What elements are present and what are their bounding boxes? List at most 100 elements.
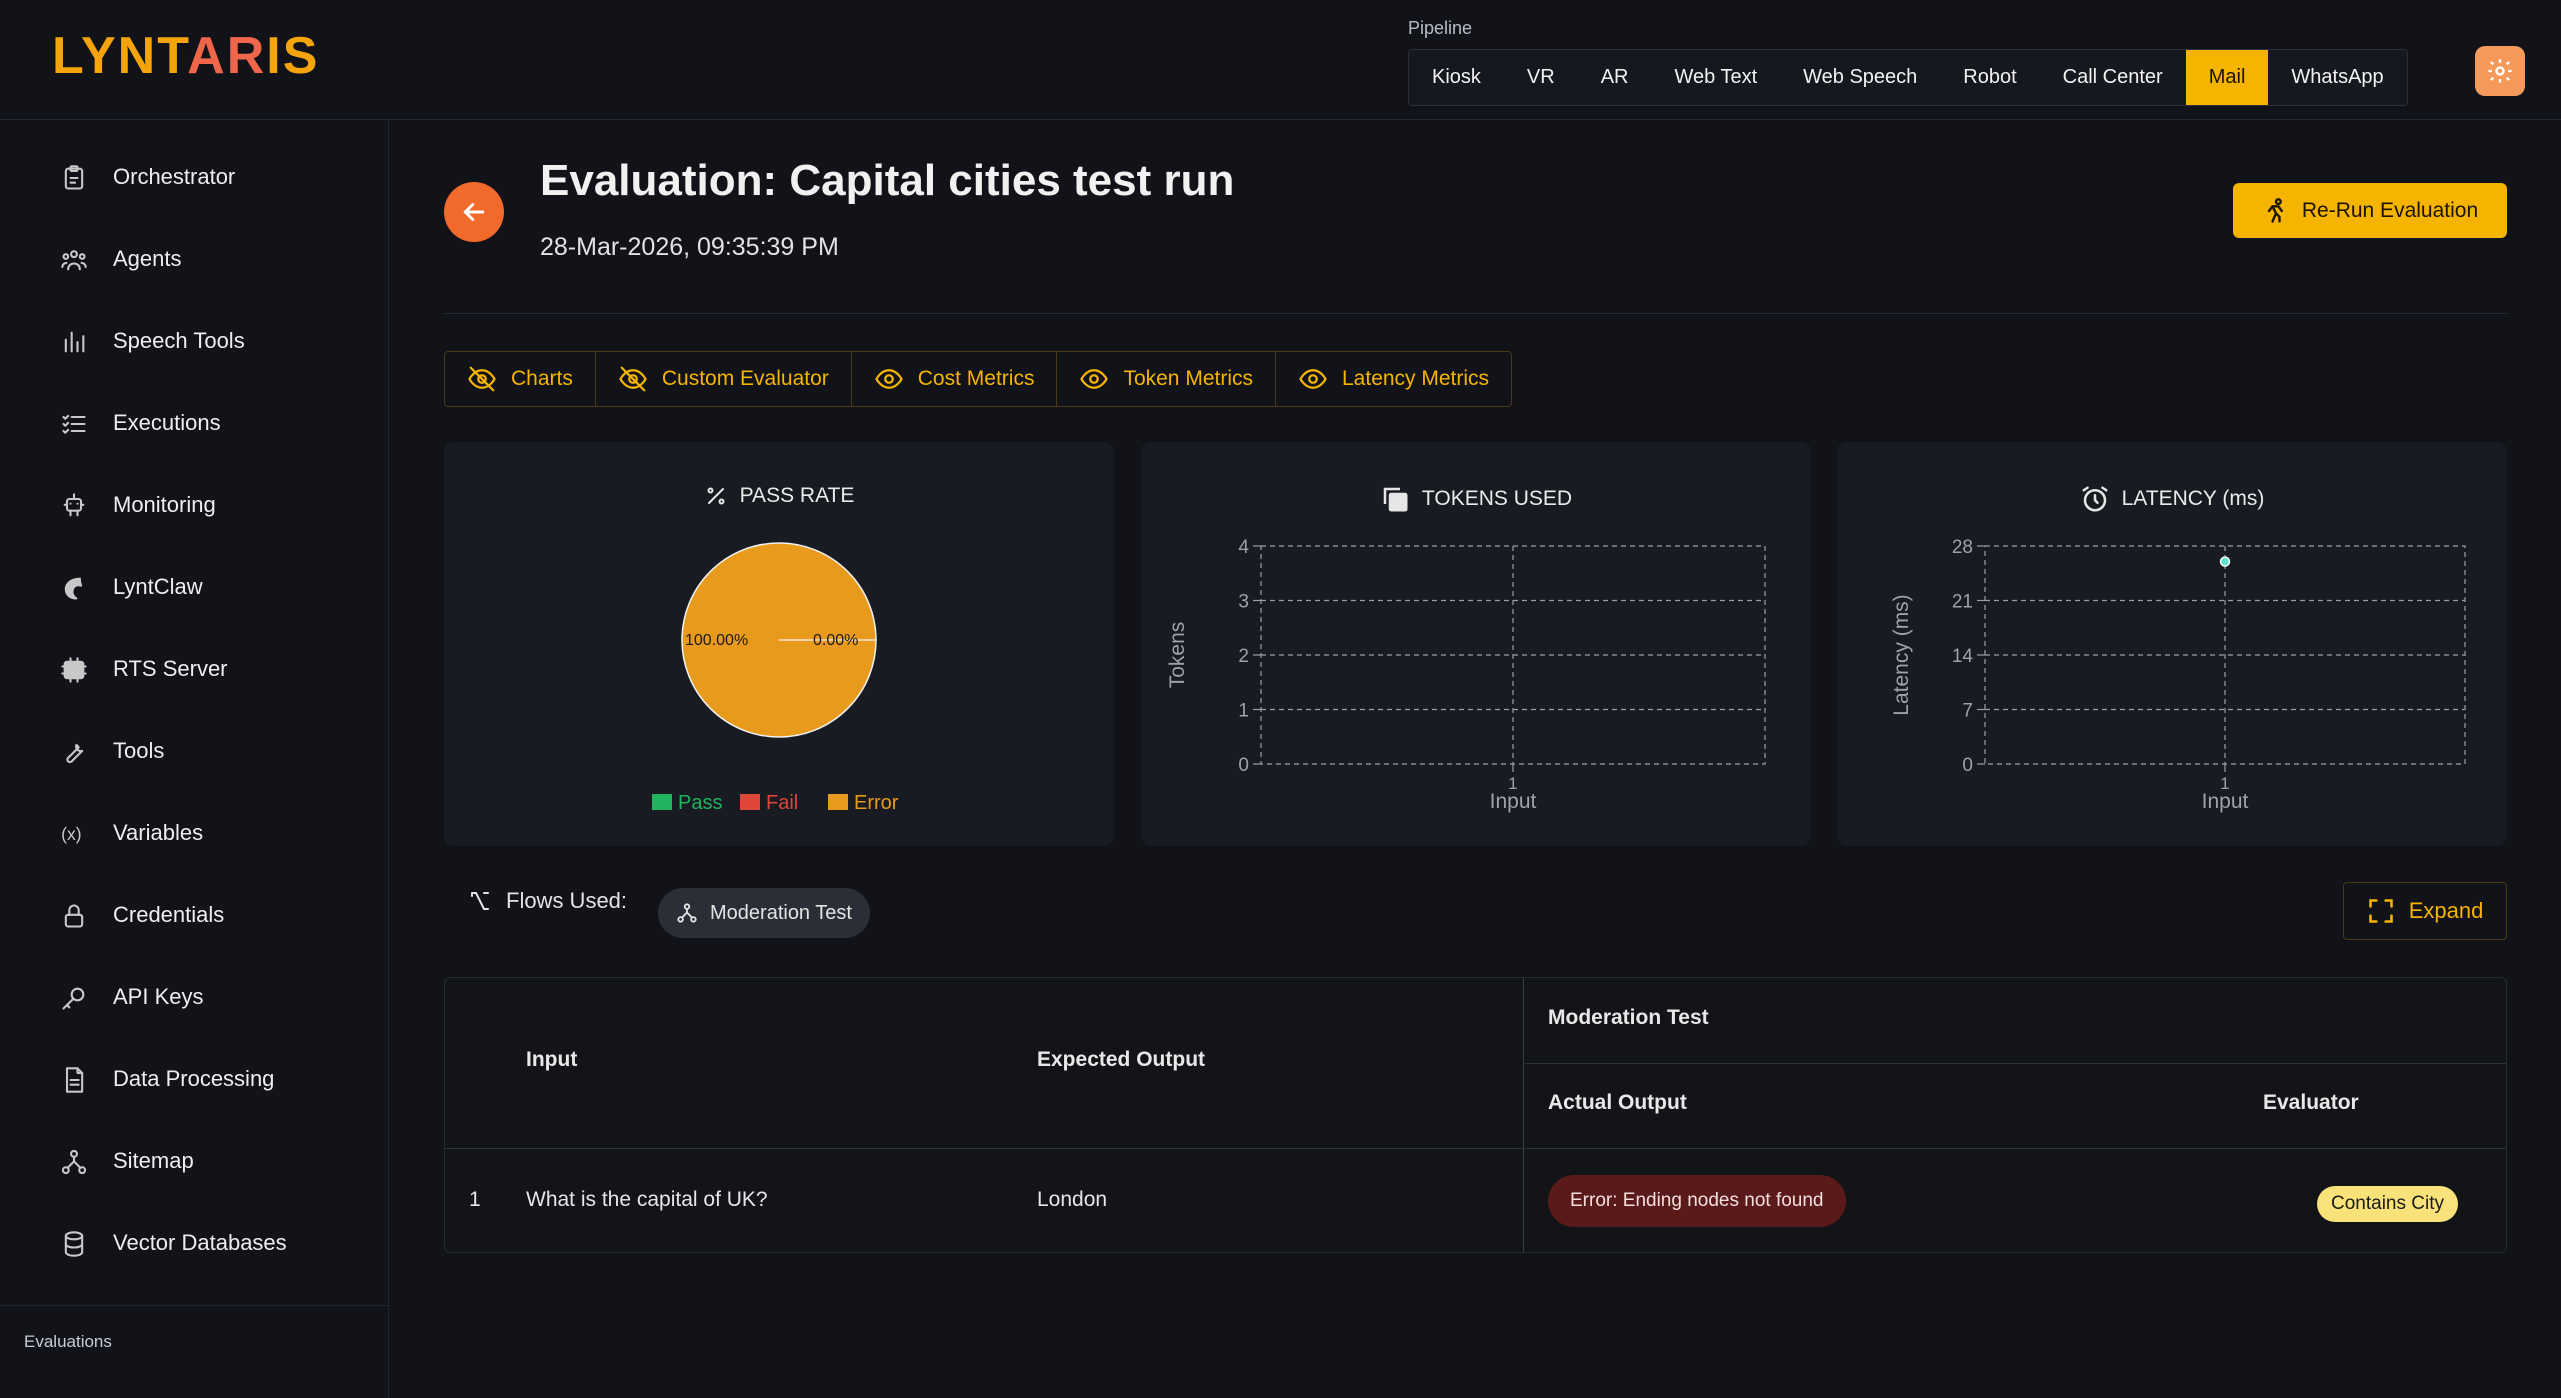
header-actual-output: Actual Output [1548, 1091, 1687, 1114]
pipeline-tab-web-text[interactable]: Web Text [1652, 50, 1781, 105]
sidebar-item-api-keys[interactable]: API Keys [0, 967, 388, 1027]
app-window: LYNTARIS Pipeline Kiosk VR AR Web Text Web S… [0, 0, 2561, 1398]
sidebar: Orchestrator Agents Speech Tools Executions… [0, 120, 389, 1398]
x-axis-label: Input [2202, 790, 2249, 813]
sidebar-item-tools[interactable]: Tools [0, 721, 388, 781]
header-divider [444, 313, 2507, 314]
sidebar-item-label: API Keys [113, 984, 204, 1009]
sidebar-item-data-processing[interactable]: Data Processing [0, 1049, 388, 1109]
flows-used: Flows Used: [468, 888, 627, 914]
sitemap-icon [61, 1149, 87, 1175]
main-content: Evaluation: Capital cities test run 28-M… [390, 120, 2561, 1398]
flow-chip-label: Moderation Test [710, 901, 852, 924]
pipeline-tab-vr[interactable]: VR [1504, 50, 1578, 105]
sidebar-item-label: Orchestrator [113, 164, 236, 189]
y-tick-label: 1 [1238, 701, 1249, 722]
sidebar-item-variables[interactable]: (x) Variables [0, 803, 388, 863]
sidebar-item-rts-server[interactable]: RTS Server [0, 639, 388, 699]
page-date: 28-Mar-2026, 09:35:39 PM [540, 233, 839, 261]
top-header: LYNTARIS Pipeline Kiosk VR AR Web Text Web S… [0, 0, 2561, 120]
sidebar-item-executions[interactable]: Executions [0, 393, 388, 453]
header-expected-output: Expected Output [1037, 1048, 1206, 1071]
legend-swatch-pass [652, 794, 672, 810]
latency-chart: 071421281InputLatency (ms) [1890, 537, 2466, 813]
users-icon [61, 250, 87, 271]
flow-chip[interactable]: Moderation Test [658, 888, 870, 938]
legend-label-pass: Pass [678, 792, 722, 814]
expand-button[interactable]: Expand [2343, 882, 2507, 940]
pipeline-tab-robot[interactable]: Robot [1940, 50, 2039, 105]
robot-icon [63, 493, 85, 517]
sidebar-item-label: Sitemap [113, 1148, 194, 1173]
y-tick-label: 4 [1238, 537, 1249, 558]
pipeline-label: Pipeline [1408, 18, 1473, 38]
server-icon [61, 657, 87, 683]
sidebar-item-vector-databases[interactable]: Vector Databases [0, 1213, 388, 1273]
legend-label-fail: Fail [766, 792, 798, 814]
table-header-divider [445, 1148, 2506, 1149]
settings-button[interactable] [2475, 46, 2525, 96]
tokens-used-chart: 012341InputTokens [1166, 537, 1766, 813]
sidebar-item-speech-tools[interactable]: Speech Tools [0, 311, 388, 371]
pipeline-tab-ar[interactable]: AR [1578, 50, 1652, 105]
back-button[interactable] [444, 182, 504, 242]
expand-label: Expand [2408, 898, 2484, 923]
sidebar-item-agents[interactable]: Agents [0, 229, 388, 289]
y-tick-label: 21 [1952, 592, 1973, 613]
pipeline-tab-kiosk[interactable]: Kiosk [1409, 50, 1504, 105]
wrench-icon [66, 743, 84, 764]
pipeline-tab-whatsapp[interactable]: WhatsApp [2268, 50, 2406, 105]
tokens-used-card: TOKENS USED 0 1 2 3 4 1 Input Tokens [1141, 442, 1811, 846]
flow-icon [471, 892, 489, 910]
eye-icon [875, 369, 903, 389]
document-icon [65, 1067, 84, 1093]
toggle-cost-metrics[interactable]: Cost Metrics [852, 352, 1058, 406]
toggle-label: Cost Metrics [917, 367, 1035, 390]
sidebar-item-label: LyntClaw [113, 574, 203, 599]
row-index: 1 [469, 1188, 481, 1211]
flows-used-label: Flows Used: [506, 888, 628, 913]
toggle-latency-metrics[interactable]: Latency Metrics [1276, 352, 1511, 406]
metric-toggle-group: Charts Custom Evaluator Cost Metrics Token … [444, 351, 1513, 407]
sidebar-item-orchestrator[interactable]: Orchestrator [0, 147, 388, 207]
svg-text:(x): (x) [61, 824, 81, 844]
latency-card: LATENCY (ms) 0 7 14 21 28 1 Input Latency (ms) [1837, 442, 2507, 846]
pipeline-tab-web-speech[interactable]: Web Speech [1780, 50, 1940, 105]
sidebar-item-monitoring[interactable]: Monitoring [0, 475, 388, 535]
sidebar-item-credentials[interactable]: Credentials [0, 885, 388, 945]
toggle-token-metrics[interactable]: Token Metrics [1057, 352, 1276, 406]
pass-rate-card: PASS RATE 100.00% 0.00% Pass Fail Error [444, 442, 1114, 846]
database-icon [64, 1231, 84, 1257]
legend-label-error: Error [854, 792, 899, 814]
sidebar-item-label: Tools [113, 738, 165, 763]
sidebar-item-lyntclaw[interactable]: LyntClaw [0, 557, 388, 617]
eye-off-icon [619, 366, 647, 392]
y-tick-label: 0 [1962, 755, 1973, 776]
sidebar-divider [0, 1305, 388, 1306]
row-expected-output: London [1037, 1188, 1108, 1211]
rerun-evaluation-button[interactable]: Re-Run Evaluation [2233, 183, 2507, 238]
claw-icon [64, 577, 83, 600]
y-tick-label: 3 [1238, 592, 1249, 613]
toggle-label: Custom Evaluator [661, 367, 829, 390]
sidebar-item-label: Executions [113, 410, 221, 435]
pipeline-tab-mail[interactable]: Mail [2185, 50, 2269, 105]
page-title: Evaluation: Capital cities test run [540, 156, 1235, 205]
variable-icon: (x) [61, 824, 81, 844]
brand-logo[interactable]: LYNTARIS [52, 30, 319, 82]
pie-label-error: 100.00% [685, 632, 748, 649]
sidebar-item-label: Agents [113, 246, 182, 271]
eye-icon [1299, 369, 1327, 389]
eye-icon [1080, 369, 1109, 389]
sidebar-item-label: Speech Tools [113, 328, 245, 353]
bar-chart-icon [64, 331, 85, 353]
toggle-charts[interactable]: Charts [445, 352, 596, 406]
legend-swatch-fail [740, 794, 760, 810]
running-person-icon [2267, 197, 2283, 223]
results-table: Input Expected Output Moderation Test Ac… [444, 977, 2507, 1253]
toggle-custom-evaluator[interactable]: Custom Evaluator [596, 352, 852, 406]
eye-off-icon [468, 366, 496, 392]
sidebar-item-sitemap[interactable]: Sitemap [0, 1131, 388, 1191]
toggle-label: Token Metrics [1123, 367, 1253, 390]
pipeline-tab-call-center[interactable]: Call Center [2040, 50, 2186, 105]
